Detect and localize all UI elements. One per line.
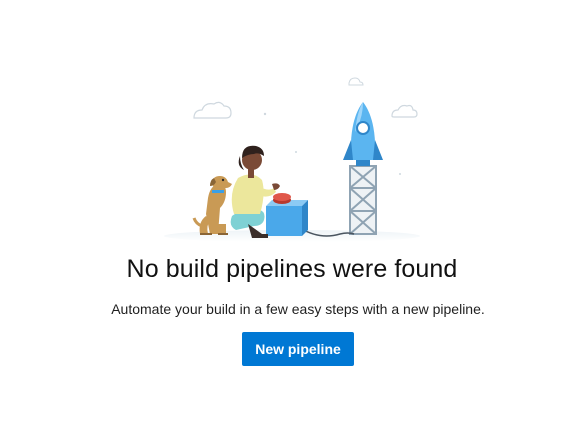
- pipeline-illustration: [164, 77, 420, 242]
- dog-icon: [192, 176, 232, 235]
- sparkle-icon: [295, 151, 297, 153]
- button-box-icon: [266, 193, 308, 236]
- cloud-icon: [193, 101, 232, 119]
- empty-state: No build pipelines were found Automate y…: [0, 0, 584, 432]
- empty-state-title: No build pipelines were found: [126, 255, 458, 283]
- rocket-icon: [343, 102, 383, 166]
- sparkle-icon: [399, 173, 401, 175]
- launch-tower-icon: [349, 165, 377, 235]
- empty-state-subtitle: Automate your build in a few easy steps …: [111, 301, 485, 317]
- sparkle-icon: [263, 112, 267, 116]
- cloud-icon: [348, 77, 364, 86]
- new-pipeline-button[interactable]: New pipeline: [242, 332, 354, 366]
- cloud-icon: [391, 104, 418, 118]
